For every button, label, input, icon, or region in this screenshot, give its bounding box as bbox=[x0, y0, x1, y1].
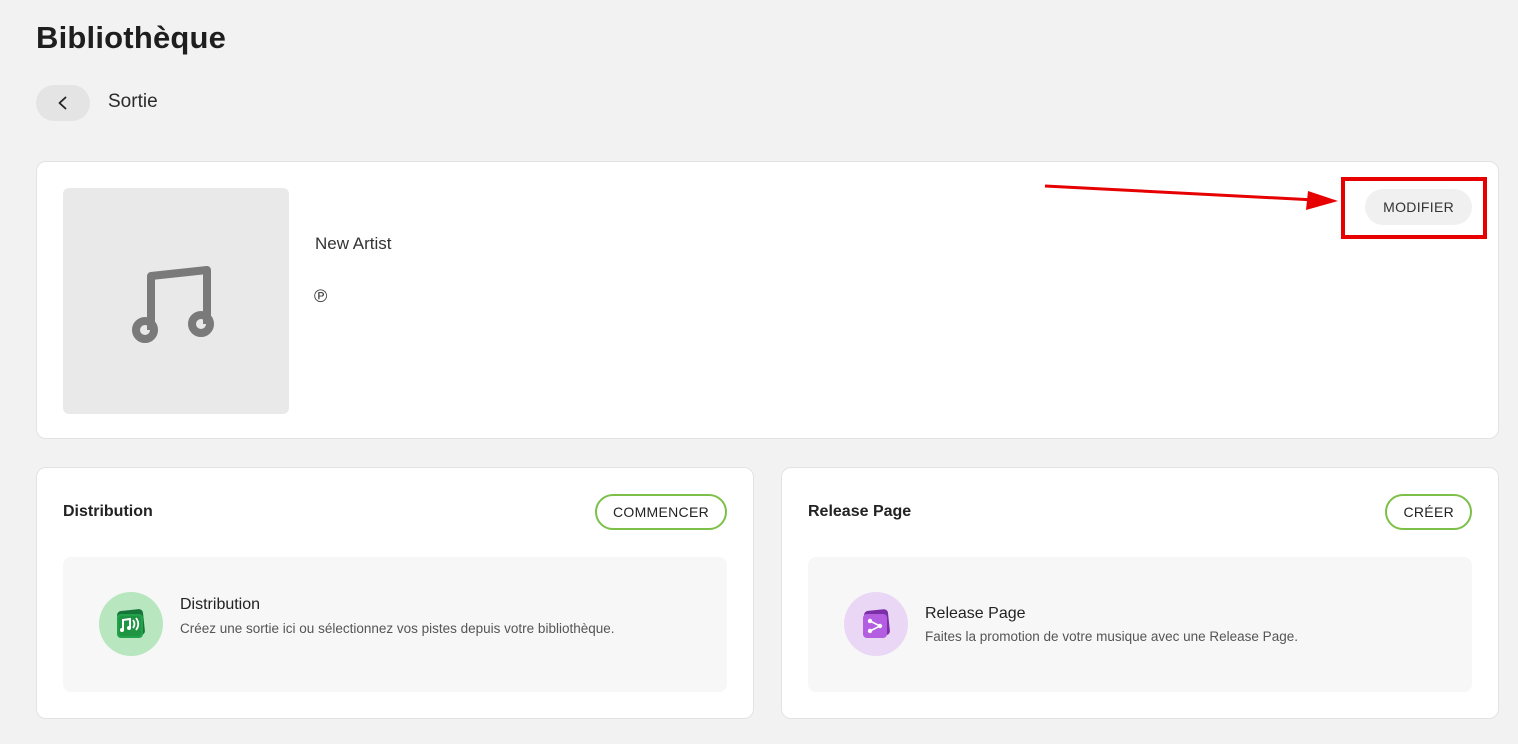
page: Bibliothèque Sortie New Artist ℗ MODIFIE… bbox=[0, 0, 1518, 744]
distribution-icon-badge bbox=[99, 592, 163, 656]
release-page-icon-badge bbox=[844, 592, 908, 656]
cover-artwork[interactable] bbox=[63, 188, 289, 414]
page-title: Bibliothèque bbox=[36, 20, 227, 55]
music-note-icon bbox=[132, 266, 214, 343]
distribution-icon bbox=[117, 609, 145, 638]
phonogram-copyright: ℗ bbox=[314, 286, 328, 306]
breadcrumb-current: Sortie bbox=[108, 91, 158, 112]
release-page-card: Release Page CRÉER Release Page Faites l… bbox=[781, 467, 1499, 719]
release-page-panel[interactable]: Release Page Faites la promotion de votr… bbox=[808, 557, 1472, 692]
distribution-card-title: Distribution bbox=[63, 503, 153, 520]
chevron-left-icon bbox=[58, 96, 67, 110]
create-release-page-button[interactable]: CRÉER bbox=[1385, 494, 1472, 530]
artist-name: New Artist bbox=[315, 234, 392, 253]
annotation-arrow bbox=[1044, 184, 1338, 210]
start-distribution-button[interactable]: COMMENCER bbox=[594, 494, 727, 530]
release-page-card-title: Release Page bbox=[808, 503, 912, 520]
distribution-card: Distribution COMMENCER Distribution Crée… bbox=[36, 467, 754, 719]
back-button[interactable] bbox=[36, 85, 90, 121]
share-icon bbox=[863, 609, 890, 638]
annotation-highlight-box bbox=[1341, 177, 1487, 239]
release-page-feature-desc: Faites la promotion de votre musique ave… bbox=[925, 629, 1298, 644]
release-page-feature-title: Release Page bbox=[925, 605, 1026, 622]
distribution-feature-title: Distribution bbox=[180, 596, 261, 613]
distribution-panel[interactable]: Distribution Créez une sortie ici ou sél… bbox=[63, 557, 727, 692]
distribution-feature-desc: Créez une sortie ici ou sélectionnez vos… bbox=[180, 621, 615, 636]
